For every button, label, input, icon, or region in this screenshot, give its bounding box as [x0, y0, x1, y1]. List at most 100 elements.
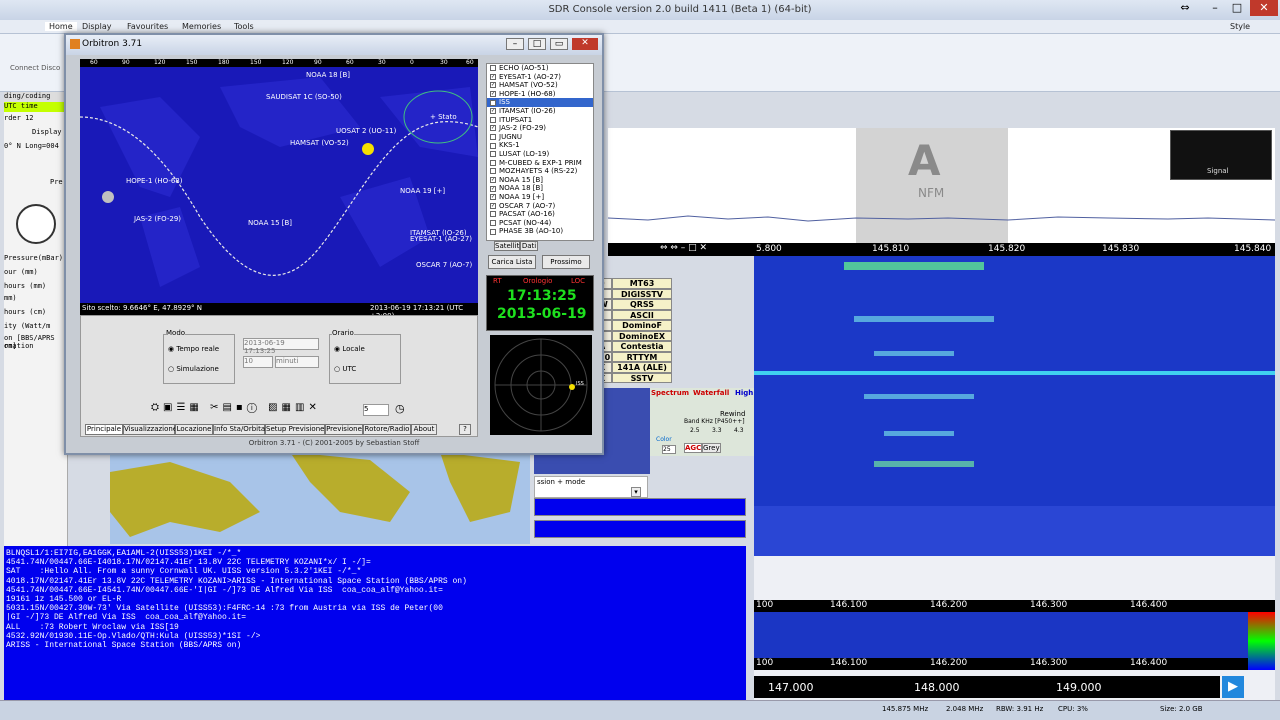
play-icon[interactable]: ▶ — [1222, 676, 1244, 698]
satellite-checkbox[interactable] — [490, 177, 496, 184]
satellite-checkbox[interactable] — [490, 168, 496, 175]
satellite-checkbox[interactable] — [490, 159, 496, 166]
tab-rotore-radio[interactable]: Rotore/Radio — [363, 424, 411, 435]
tab-visualizzazione[interactable]: Visualizzazione — [123, 424, 177, 435]
tab-help[interactable]: ? — [459, 424, 471, 435]
mode-row[interactable]: WQRSS — [598, 299, 672, 310]
mode-row[interactable]: X141A (ALE) — [598, 362, 672, 373]
satellite-list-item[interactable]: HAMSAT (VO-52) — [487, 81, 593, 90]
satellite-list-item[interactable]: ECHO (AO-51) — [487, 64, 593, 73]
list-icon[interactable]: ☰ — [176, 402, 189, 413]
satellite-list-item[interactable]: ITUPSAT1 — [487, 116, 593, 125]
tab-high[interactable]: High — [735, 389, 753, 397]
satellite-checkbox[interactable] — [490, 108, 496, 115]
satellite-icon[interactable]: ⛭ — [151, 402, 163, 413]
clock-tab-loc[interactable]: LOC — [571, 277, 585, 285]
satellite-checkbox[interactable] — [490, 228, 496, 235]
satellite-list-item[interactable]: ISS — [487, 98, 593, 107]
tools-icon[interactable]: ✂ — [210, 402, 222, 413]
satellite-checkbox[interactable] — [490, 125, 496, 132]
band-opt-3[interactable]: 4.3 — [734, 427, 744, 434]
tab-info-orbita[interactable]: Info Sta/Orbita — [213, 424, 265, 435]
clock-tab-orologio[interactable]: Orologio — [523, 277, 552, 285]
satellite-checkbox[interactable] — [490, 99, 496, 106]
orbitron-window[interactable]: Orbitron 3.71 – □ ▭ ✕ 60 90 120 150 180 … — [64, 33, 604, 455]
mode-row[interactable]: AContestia — [598, 341, 672, 352]
satellite-checkbox[interactable] — [490, 73, 496, 80]
mode-row[interactable]: 0MT63 — [598, 278, 672, 289]
satellite-list-item[interactable]: M-CUBED & EXP-1 PRIM — [487, 159, 593, 168]
radio-real-time[interactable]: ◉ Tempo reale — [168, 345, 219, 353]
satellite-checkbox[interactable] — [490, 134, 496, 141]
grey-button[interactable]: Grey — [702, 443, 721, 453]
wideband-display[interactable]: 100 146.100 146.200 146.300 146.400 100 … — [754, 556, 1275, 706]
step-select[interactable]: 10 — [243, 356, 273, 368]
satellite-checkbox[interactable] — [490, 185, 496, 192]
satellite-checkbox[interactable] — [490, 219, 496, 226]
display-button[interactable]: Display — [32, 128, 62, 136]
next-button[interactable]: Prossimo — [542, 255, 590, 269]
satellite-checkbox[interactable] — [490, 65, 496, 72]
maximize-icon[interactable]: □ — [1226, 0, 1248, 16]
minimize-icon[interactable]: – — [1204, 0, 1226, 16]
satellite-list-item[interactable]: HOPE-1 (HO-68) — [487, 90, 593, 99]
tab-locazione[interactable]: Locazione — [175, 424, 213, 435]
satellite-checkbox[interactable] — [490, 194, 496, 201]
tab-display[interactable]: Display — [82, 22, 112, 31]
cross-icon[interactable]: ✕ — [308, 402, 320, 413]
tab-about[interactable]: About — [411, 424, 437, 435]
table-icon[interactable]: ▥ — [295, 402, 308, 413]
color-input[interactable]: 25 — [662, 445, 676, 454]
satellite-checkbox[interactable] — [490, 142, 496, 149]
satellite-list-item[interactable]: OSCAR 7 (AO-7) — [487, 202, 593, 211]
spectrum-display[interactable]: A NFM Signal — [608, 128, 1275, 243]
tab-waterfall[interactable]: Waterfall — [693, 389, 729, 397]
band-opt-2[interactable]: 3.3 — [712, 427, 722, 434]
toolbar-number-select[interactable]: 5 — [363, 404, 389, 416]
radio-local[interactable]: ◉ Locale — [334, 345, 365, 353]
satellite-list-item[interactable]: JAS-2 (FO-29) — [487, 124, 593, 133]
tab-previsione[interactable]: Previsione — [325, 424, 363, 435]
satellite-checkbox[interactable] — [490, 211, 496, 218]
info-icon[interactable]: ⓘ — [247, 402, 261, 413]
tab-setup-previsione[interactable]: Setup Previsione — [265, 424, 325, 435]
sub-window-controls[interactable]: ⇔ ⇔ – □ ✕ — [660, 243, 754, 256]
tab-principale[interactable]: Principale — [85, 424, 123, 435]
clock-icon[interactable]: ◷ — [395, 402, 405, 415]
mode-row[interactable]: FDIGISSTV — [598, 288, 672, 299]
mode-row[interactable]: 30 RTTYM — [598, 351, 672, 362]
satellite-list-item[interactable]: NOAA 15 [B] — [487, 176, 593, 185]
world-map[interactable]: 60 90 120 150 180 150 120 90 60 30 0 30 … — [80, 59, 478, 303]
band-opt-1[interactable]: 2.5 — [690, 427, 700, 434]
rewind-button[interactable]: Rewind — [720, 410, 745, 418]
mode-row[interactable]: 1DominoEX — [598, 330, 672, 341]
tab-memories[interactable]: Memories — [182, 22, 221, 31]
save-icon[interactable]: ▪ — [236, 402, 247, 413]
satellite-list-item[interactable]: LUSAT (LO-19) — [487, 150, 593, 159]
mode-row[interactable]: 2ASCII — [598, 309, 672, 320]
satellite-checkbox[interactable] — [490, 202, 496, 209]
load-list-button[interactable]: Carica Lista — [488, 255, 536, 269]
rx-field[interactable] — [534, 520, 746, 538]
waterfall-display[interactable] — [754, 256, 1275, 506]
satellite-checkbox[interactable] — [490, 82, 496, 89]
satellite-checkbox[interactable] — [490, 91, 496, 98]
satellite-list-item[interactable]: NOAA 18 [B] — [487, 184, 593, 193]
close-icon[interactable]: ✕ — [572, 38, 598, 50]
connect-button[interactable]: Connect Disco — [10, 64, 60, 72]
mode-row[interactable]: XSSTV — [598, 372, 672, 383]
satellite-list[interactable]: ECHO (AO-51)EYESAT-1 (AO-27)HAMSAT (VO-5… — [486, 63, 594, 241]
agc-button[interactable]: AGC — [684, 443, 703, 453]
sim-date-input[interactable]: 2013-06-19 17:13:25 — [243, 338, 319, 355]
restore-icon[interactable]: ▭ — [550, 38, 568, 50]
restore-icon[interactable]: ⇔ — [1174, 0, 1196, 16]
open-icon[interactable]: ▤ — [222, 402, 235, 413]
satellite-list-item[interactable]: PHASE 3B (AO-10) — [487, 227, 593, 236]
tab-spectrum[interactable]: Spectrum — [651, 389, 689, 397]
tab-dati[interactable]: Dati — [520, 241, 538, 251]
close-icon[interactable]: ✕ — [1250, 0, 1278, 16]
calc-icon[interactable]: ▦ — [189, 402, 202, 413]
satellite-list-item[interactable]: EYESAT-1 (AO-27) — [487, 73, 593, 82]
style-menu[interactable]: Style — [1230, 22, 1250, 31]
satellite-list-item[interactable]: NOAA 19 [+] — [487, 193, 593, 202]
